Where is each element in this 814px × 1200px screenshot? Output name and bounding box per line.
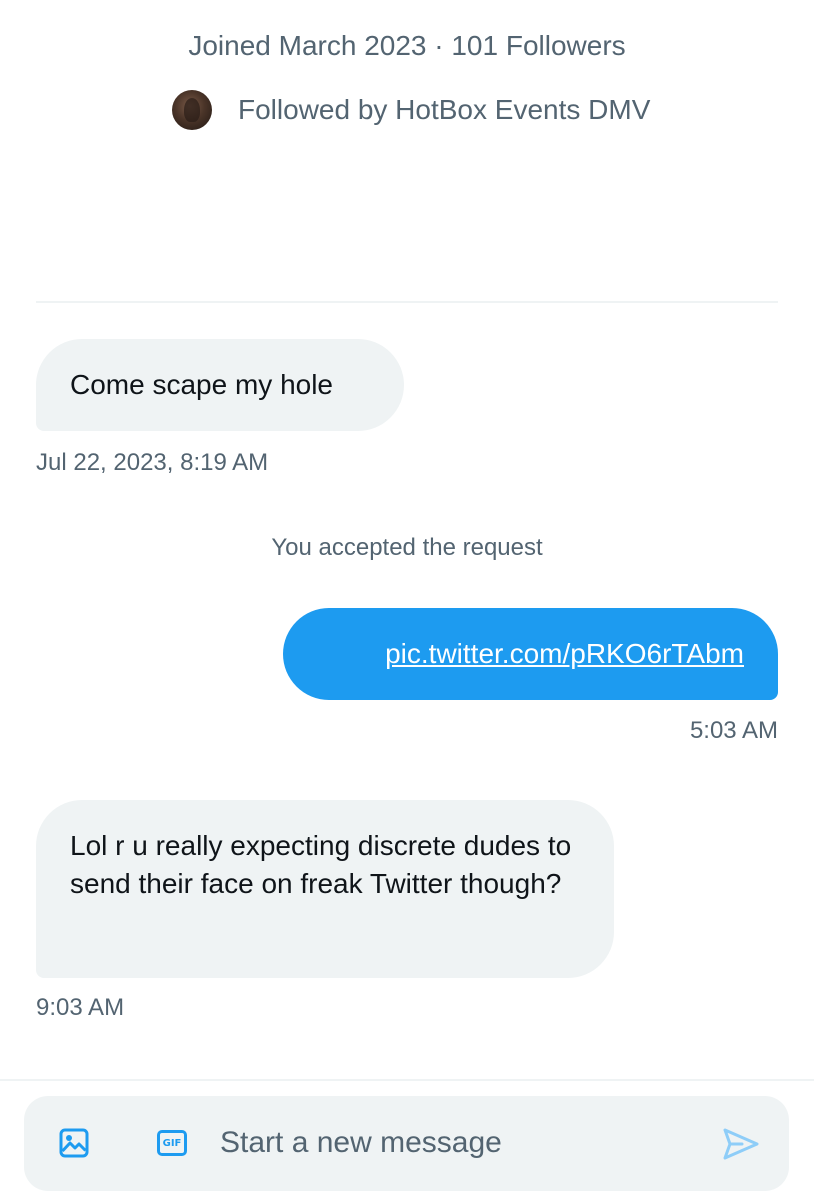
message-bubble-sent[interactable]: pic.twitter.com/pRKO6rTAbm (283, 608, 778, 700)
message-link[interactable]: pic.twitter.com/pRKO6rTAbm (385, 638, 744, 669)
profile-divider (36, 301, 778, 303)
follower-avatar (172, 90, 212, 130)
message-input[interactable] (220, 1120, 700, 1166)
message-bubble-received[interactable]: Lol r u really expecting discrete dudes … (36, 800, 614, 978)
image-icon[interactable] (57, 1126, 91, 1160)
composer-divider (0, 1079, 814, 1081)
profile-joined-followers: Joined March 2023 · 101 Followers (188, 30, 626, 61)
gif-label: GIF (157, 1130, 187, 1156)
message-timestamp: 9:03 AM (36, 994, 125, 1021)
send-icon[interactable] (721, 1124, 761, 1164)
gif-icon[interactable]: GIF (154, 1126, 190, 1160)
request-accepted-note: You accepted the request (271, 534, 543, 561)
message-timestamp: Jul 22, 2023, 8:19 AM (36, 449, 269, 476)
message-bubble-received[interactable]: Come scape my hole (36, 339, 404, 431)
followed-by-label: Followed by HotBox Events DMV (238, 94, 651, 125)
message-composer: GIF (24, 1096, 789, 1191)
followed-by-row[interactable]: Followed by HotBox Events DMV (172, 88, 650, 132)
message-timestamp: 5:03 AM (689, 717, 778, 744)
